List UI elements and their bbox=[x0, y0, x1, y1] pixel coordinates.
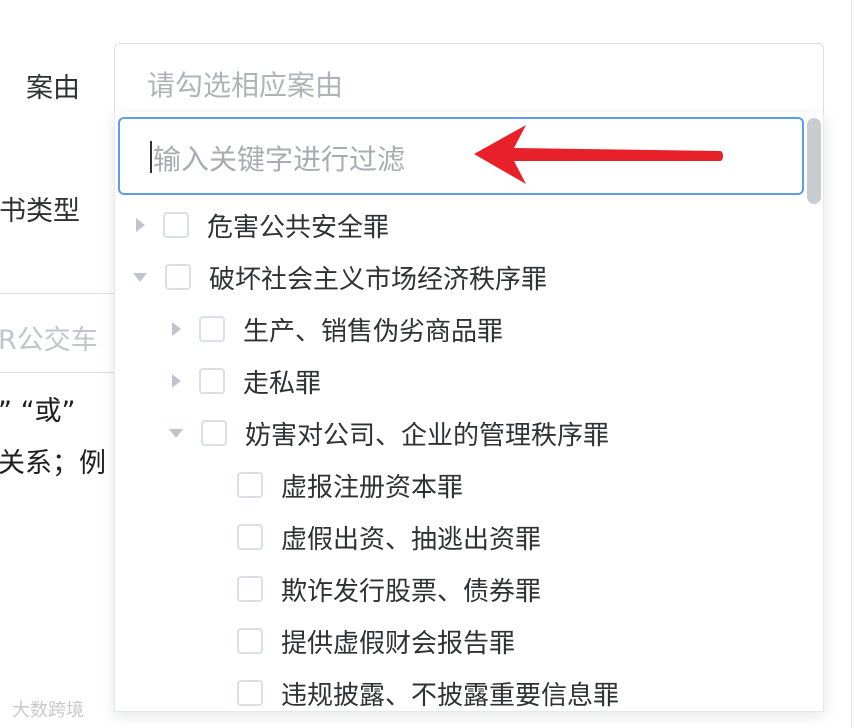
tree-leaf[interactable]: 虚报注册资本罪 bbox=[205, 460, 463, 510]
node-checkbox[interactable] bbox=[237, 524, 263, 550]
tree-leaf[interactable]: 提供虚假财会报告罪 bbox=[205, 616, 515, 666]
node-label: 提供虚假财会报告罪 bbox=[281, 628, 516, 659]
tree-node[interactable]: 生产、销售伪劣商品罪 bbox=[172, 304, 503, 354]
node-label: 走私罪 bbox=[243, 368, 322, 399]
node-label: 破坏社会主义市场经济秩序罪 bbox=[209, 264, 548, 295]
page-edge-divider bbox=[851, 0, 852, 728]
node-checkbox[interactable] bbox=[199, 316, 225, 342]
expand-arrow-icon[interactable] bbox=[172, 374, 181, 388]
node-checkbox[interactable] bbox=[199, 368, 225, 394]
watermark-logo: 大数跨境 bbox=[12, 700, 84, 721]
node-label: 欺诈发行股票、债券罪 bbox=[281, 576, 542, 607]
node-checkbox[interactable] bbox=[237, 472, 263, 498]
tree-leaf[interactable]: 违规披露、不披露重要信息罪 bbox=[205, 668, 620, 711]
node-checkbox[interactable] bbox=[201, 420, 227, 446]
case-select-placeholder: 请勾选相应案由 bbox=[147, 69, 344, 102]
node-checkbox[interactable] bbox=[237, 628, 263, 654]
node-label: 妨害对公司、企业的管理秩序罪 bbox=[245, 420, 610, 451]
node-label: 生产、销售伪劣商品罪 bbox=[243, 316, 504, 347]
tree-leaf[interactable]: 虚假出资、抽逃出资罪 bbox=[205, 512, 541, 562]
dropdown-scrollbar[interactable] bbox=[807, 118, 821, 204]
help-text-line-2: 关系；例 bbox=[0, 448, 106, 479]
tree-node[interactable]: 破坏社会主义市场经济秩序罪 bbox=[133, 252, 547, 302]
tree-node[interactable]: 危害公共安全罪 bbox=[136, 200, 389, 250]
collapse-arrow-icon[interactable] bbox=[169, 428, 183, 438]
node-checkbox[interactable] bbox=[237, 576, 263, 602]
expand-arrow-icon[interactable] bbox=[172, 322, 181, 336]
expand-arrow-icon[interactable] bbox=[136, 218, 145, 232]
case-select-input[interactable]: 请勾选相应案由 bbox=[114, 43, 824, 119]
node-label: 危害公共安全罪 bbox=[207, 212, 390, 243]
node-checkbox[interactable] bbox=[163, 212, 189, 238]
help-text-line-1: ” “或” bbox=[0, 396, 76, 427]
text-caret bbox=[150, 141, 152, 173]
case-label: 案由 bbox=[26, 73, 80, 104]
case-tree-dropdown: 输入关键字进行过滤 危害公共安全罪 破坏社会主义市场经济秩序罪 生产、销售伪劣商… bbox=[114, 112, 824, 712]
tree-node[interactable]: 走私罪 bbox=[172, 356, 321, 406]
collapse-arrow-icon[interactable] bbox=[133, 272, 147, 282]
tree-node[interactable]: 妨害对公司、企业的管理秩序罪 bbox=[169, 408, 609, 458]
tree-leaf[interactable]: 欺诈发行股票、债券罪 bbox=[205, 564, 541, 614]
node-checkbox[interactable] bbox=[237, 680, 263, 706]
red-arrow-annotation-icon bbox=[474, 125, 723, 184]
node-checkbox[interactable] bbox=[165, 264, 191, 290]
node-label: 虚假出资、抽逃出资罪 bbox=[281, 524, 542, 555]
keyword-input-value: R公交车 bbox=[0, 325, 98, 356]
filter-placeholder: 输入关键字进行过滤 bbox=[153, 143, 406, 176]
node-label: 虚报注册资本罪 bbox=[281, 472, 464, 503]
node-label: 违规披露、不披露重要信息罪 bbox=[281, 680, 620, 711]
doc-type-label: 书类型 bbox=[0, 196, 80, 227]
